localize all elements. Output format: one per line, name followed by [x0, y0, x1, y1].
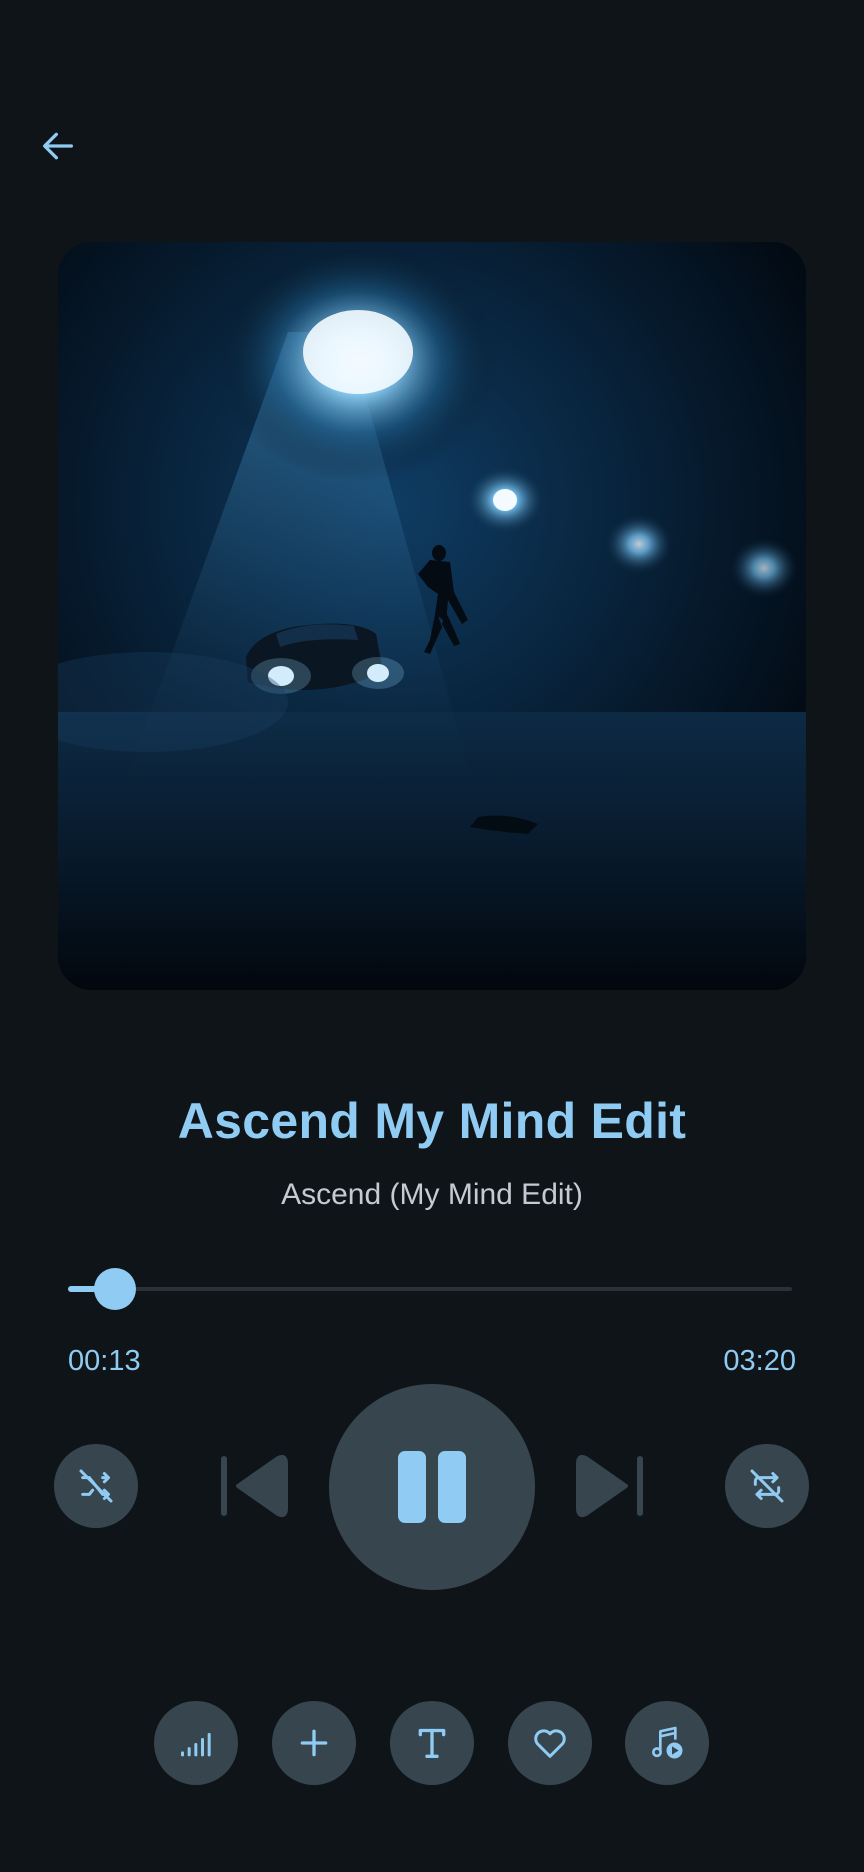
add-to-playlist-button[interactable]	[272, 1701, 356, 1785]
pause-icon	[398, 1451, 466, 1523]
add-icon	[300, 1729, 328, 1757]
play-pause-button[interactable]	[329, 1384, 535, 1590]
track-title: Ascend My Mind Edit	[177, 1093, 687, 1149]
total-time: 03:20	[723, 1345, 796, 1377]
previous-button[interactable]	[216, 1446, 296, 1526]
next-button[interactable]	[568, 1446, 648, 1526]
queue-button[interactable]	[625, 1701, 709, 1785]
back-button[interactable]	[28, 116, 88, 176]
repeat-button[interactable]	[725, 1444, 809, 1528]
lyrics-button[interactable]	[390, 1701, 474, 1785]
seek-thumb[interactable]	[94, 1268, 137, 1310]
track-subtitle: Ascend (My Mind Edit)	[281, 1178, 583, 1211]
seek-bar[interactable]	[68, 1287, 792, 1291]
equalizer-button[interactable]	[154, 1701, 238, 1785]
repeat-off-icon	[750, 1469, 784, 1503]
lyrics-text-icon	[418, 1728, 446, 1758]
playlist-music-icon	[651, 1726, 683, 1759]
equalizer-icon	[181, 1733, 211, 1757]
shuffle-button[interactable]	[54, 1444, 138, 1528]
arrow-left-icon	[43, 132, 74, 160]
favorite-button[interactable]	[508, 1701, 592, 1785]
heart-icon	[534, 1729, 566, 1758]
shuffle-off-icon	[79, 1469, 113, 1503]
current-time: 00:13	[68, 1345, 141, 1377]
skip-previous-icon	[221, 1454, 288, 1518]
album-art	[58, 242, 806, 990]
skip-next-icon	[576, 1454, 643, 1518]
